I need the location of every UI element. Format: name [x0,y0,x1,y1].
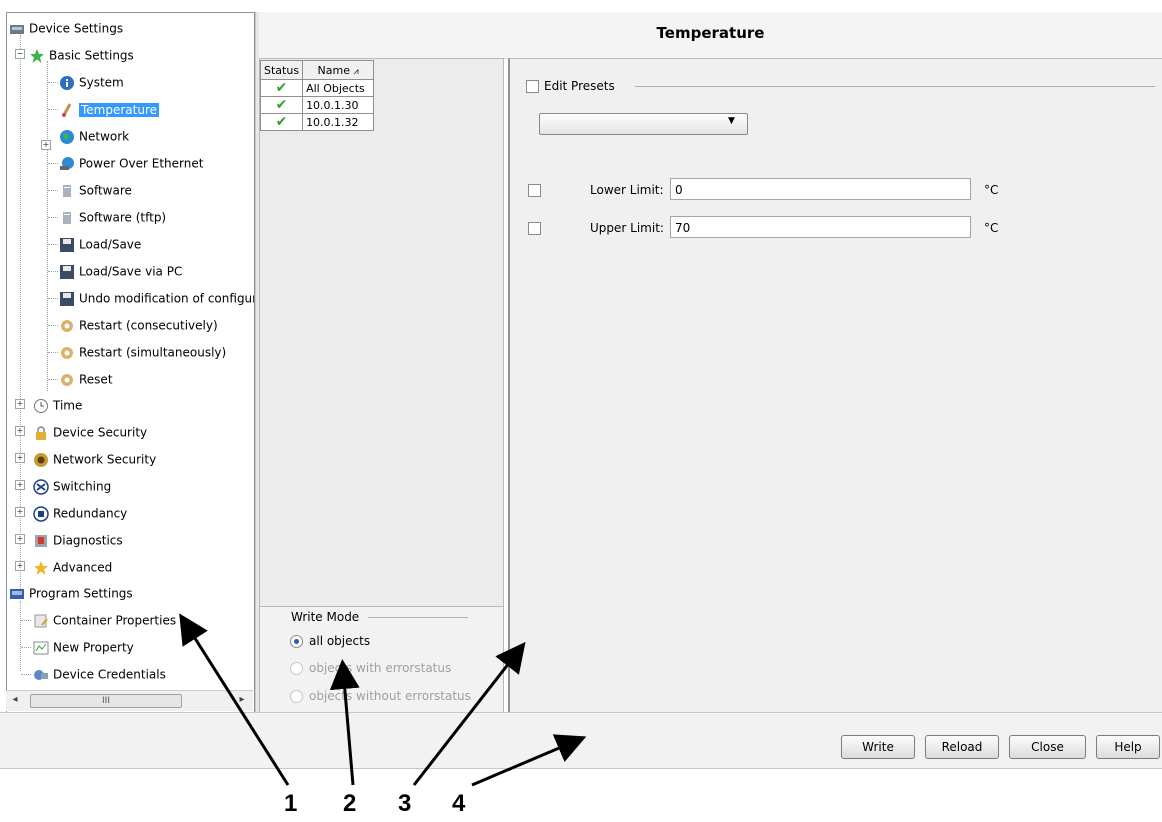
callout-arrow-1 [179,613,290,786]
callout-arrow-3 [412,641,526,786]
callout-number-2: 2 [343,790,357,817]
callout-arrow-2 [329,659,360,786]
callout-arrow-4 [471,734,587,787]
callout-number-3: 3 [398,790,412,817]
callout-arrows [179,613,587,787]
callout-number-1: 1 [284,790,298,817]
callout-number-4: 4 [452,790,466,817]
